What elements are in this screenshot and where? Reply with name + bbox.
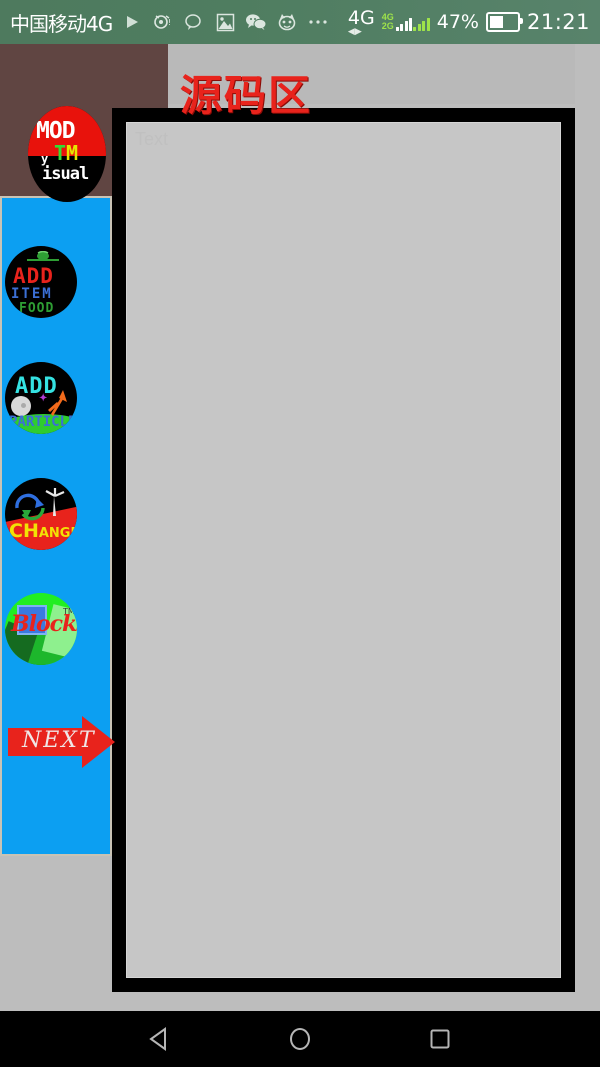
right-margin	[575, 44, 600, 1011]
nav-home-button[interactable]	[278, 1017, 322, 1061]
source-code-editor-placeholder: Text	[135, 129, 169, 149]
logo-t-letter: T	[54, 141, 67, 165]
add-particle-disc: ADD ✦ PARTICLE	[5, 362, 77, 434]
android-nav-bar	[0, 1011, 600, 1067]
add-item-food-line1: ADD	[13, 264, 54, 288]
status-bar: 中国移动4G ! 4G ◀▶ 4G 2G 47% 21:21	[0, 0, 600, 44]
add-particle-button[interactable]: ADD ✦ PARTICLE	[3, 360, 79, 436]
windmill-icon	[45, 488, 65, 516]
change-label-part1: CH	[9, 520, 39, 542]
sidebar-bottom-filler	[0, 856, 112, 1011]
sim2-label: 2G	[381, 21, 394, 31]
change-disc: CHANGE	[5, 478, 77, 550]
add-particle-line2: PARTICLE	[9, 414, 77, 430]
battery-percent-label: 47%	[436, 11, 479, 33]
svg-text:!: !	[168, 18, 171, 27]
change-label-part2: ANGE	[38, 526, 77, 541]
back-triangle-icon	[149, 1027, 166, 1051]
next-arrow-button[interactable]	[8, 714, 116, 770]
home-circle-icon	[290, 1028, 310, 1050]
clock-label: 21:21	[526, 10, 590, 34]
sim-labels: 4G 2G	[382, 13, 394, 31]
blocks-trademark: TM	[63, 607, 75, 616]
data-transfer-icon: ◀▶	[347, 27, 362, 37]
logo-m-letter: M	[66, 141, 79, 165]
recents-square-icon	[430, 1029, 450, 1049]
nav-back-button[interactable]	[138, 1017, 182, 1061]
logo-mod-text: MOD	[36, 118, 76, 144]
add-item-food-line2: ITEM	[11, 286, 53, 302]
nav-recents-button[interactable]	[418, 1017, 462, 1061]
signal-bars-sim1	[395, 15, 413, 31]
change-label: CHANGE	[9, 520, 77, 542]
carrier-label: 中国移动4G	[10, 11, 113, 36]
blocks-disc: Blocks TM	[5, 593, 77, 665]
more-icon	[307, 11, 329, 33]
message-icon	[183, 11, 205, 33]
gallery-icon	[214, 11, 236, 33]
logo-visual-text: isual	[42, 164, 89, 184]
battery-fill	[489, 16, 504, 28]
add-item-food-button[interactable]: ADD ITEM FOOD	[3, 244, 79, 320]
dual-sim-signal-icon: 4G 2G	[382, 13, 430, 31]
add-item-food-disc: ADD ITEM FOOD	[5, 246, 77, 318]
status-bar-right: 4G ◀▶ 4G 2G 47% 21:21	[347, 7, 590, 37]
alarm-notification-icon: !	[152, 11, 174, 33]
network-type-text: 4G	[347, 7, 375, 29]
cat-app-icon	[276, 11, 298, 33]
blocks-button[interactable]: Blocks TM	[3, 591, 79, 667]
mod-visual-logo[interactable]: MOD y TM isual	[28, 106, 106, 202]
add-item-food-line3: FOOD	[19, 301, 55, 316]
moon-icon	[11, 396, 31, 416]
source-code-editor-surface[interactable]: Text	[126, 122, 561, 978]
page-title: 源码区	[180, 71, 313, 120]
app-canvas: 源码区 MOD y TM isual ADD ITEM FOOD ADD ✦ P…	[0, 44, 600, 1011]
status-bar-left: 中国移动4G !	[10, 8, 348, 37]
wechat-icon	[245, 11, 267, 33]
change-button[interactable]: CHANGE	[3, 476, 79, 552]
play-icon	[121, 11, 143, 33]
logo-tm-text: TM	[54, 143, 78, 163]
battery-icon	[485, 12, 523, 32]
source-code-editor-frame[interactable]: Text	[112, 108, 575, 992]
network-type-label: 4G ◀▶	[347, 7, 375, 37]
food-garnish-icon	[27, 251, 59, 261]
signal-bars-sim2	[413, 15, 430, 31]
